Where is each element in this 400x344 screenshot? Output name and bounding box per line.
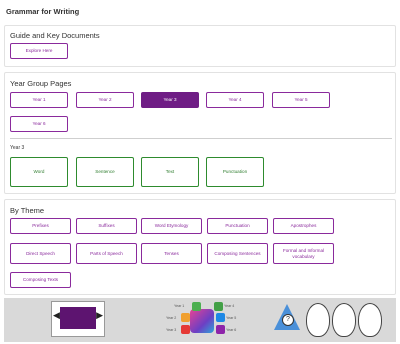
footer-year-4-label: Year 4 <box>224 304 235 308</box>
year-group-heading: Year Group Pages <box>10 79 72 88</box>
page-title: Grammar for Writing <box>6 7 80 16</box>
footer-year-5-label: Year 5 <box>226 316 237 320</box>
selected-year-label: Year 3 <box>10 145 25 151</box>
theme-formal-informal-vocabulary-button[interactable]: Formal and Informal vocabulary <box>273 243 334 264</box>
word-button[interactable]: Word <box>10 157 68 187</box>
year-hub-icon[interactable] <box>190 309 214 333</box>
by-theme-heading: By Theme <box>10 206 45 215</box>
guide-thumbnail[interactable]: ◀ ▶ <box>51 301 105 337</box>
footer-year-6-label: Year 6 <box>226 328 237 332</box>
theme-punctuation-button[interactable]: Punctuation <box>207 218 268 234</box>
question-badge-icon: ? <box>282 314 294 326</box>
year-3-tile-icon[interactable] <box>181 325 190 334</box>
year-6-button[interactable]: Year 6 <box>10 116 68 132</box>
by-theme-panel: By Theme Prefixes Suffixes Word Etymolog… <box>4 199 396 295</box>
year-1-tile-icon[interactable] <box>192 302 201 311</box>
theme-direct-speech-button[interactable]: Direct Speech <box>10 243 71 264</box>
footer-year-1-label: Year 1 <box>174 304 185 308</box>
year-2-tile-icon[interactable] <box>181 313 190 322</box>
theme-prefixes-button[interactable]: Prefixes <box>10 218 71 234</box>
left-arrow-icon: ◀ <box>53 310 60 320</box>
punctuation-button[interactable]: Punctuation <box>206 157 264 187</box>
year-5-button[interactable]: Year 5 <box>272 92 330 108</box>
text-button[interactable]: Text <box>141 157 199 187</box>
theme-parts-of-speech-button[interactable]: Parts of Speech <box>76 243 137 264</box>
theme-composing-sentences-button[interactable]: Composing Sentences <box>207 243 268 264</box>
year-4-tile-icon[interactable] <box>214 302 223 311</box>
year-1-button[interactable]: Year 1 <box>10 92 68 108</box>
footer-year-3-label: Year 3 <box>166 328 177 332</box>
explore-here-button[interactable]: Explore Here <box>10 43 68 59</box>
right-arrow-icon: ▶ <box>96 310 103 320</box>
sentence-button[interactable]: Sentence <box>76 157 134 187</box>
theme-apostrophes-button[interactable]: Apostrophes <box>273 218 334 234</box>
theme-composing-texts-button[interactable]: Composing Texts <box>10 272 71 288</box>
year-group-panel: Year Group Pages Year 1 Year 2 Year 3 Ye… <box>4 72 396 194</box>
resource-badge-1-icon[interactable] <box>306 303 330 337</box>
year-6-tile-icon[interactable] <box>216 325 225 334</box>
year-4-button[interactable]: Year 4 <box>206 92 264 108</box>
thumbnail-screen <box>60 307 96 329</box>
theme-word-etymology-button[interactable]: Word Etymology <box>141 218 202 234</box>
theme-tenses-button[interactable]: Tenses <box>141 243 202 264</box>
resource-badge-3-icon[interactable] <box>358 303 382 337</box>
year-5-tile-icon[interactable] <box>216 313 225 322</box>
year-divider <box>10 138 392 139</box>
guide-heading: Guide and Key Documents <box>10 31 100 40</box>
guide-panel: Guide and Key Documents Explore Here <box>4 25 396 67</box>
theme-suffixes-button[interactable]: Suffixes <box>76 218 137 234</box>
footer-year-2-label: Year 2 <box>166 316 177 320</box>
year-2-button[interactable]: Year 2 <box>76 92 134 108</box>
year-3-button[interactable]: Year 3 <box>141 92 199 108</box>
resource-badge-2-icon[interactable] <box>332 303 356 337</box>
footer-banner: ◀ ▶ Year 1 Year 2 Year 3 Year 4 Year 5 Y… <box>4 298 396 342</box>
